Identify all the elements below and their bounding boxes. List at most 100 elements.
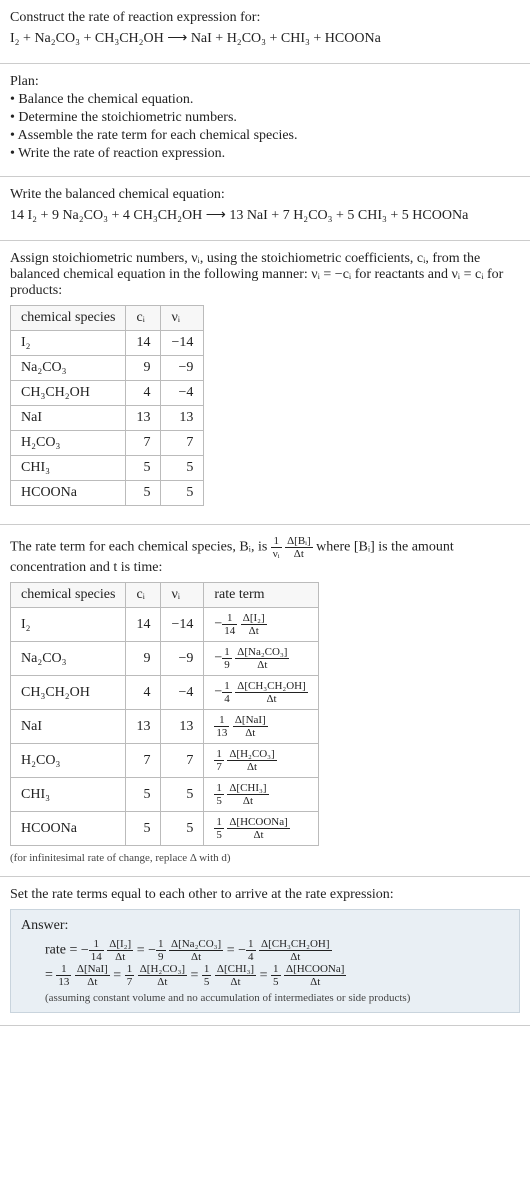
col-species: chemical species [11, 583, 126, 608]
frac-den: Δt [107, 951, 133, 963]
cell-rate: −114 Δ[I₂]Δt [204, 608, 318, 642]
col-v: νᵢ [161, 306, 204, 331]
cell-v: 13 [161, 406, 204, 431]
frac-den: Δt [227, 795, 268, 807]
rateterm-intro: The rate term for each chemical species,… [10, 535, 520, 576]
cell-species: HCOONa [11, 481, 126, 506]
frac-den: 4 [246, 951, 256, 963]
frac-den: 7 [214, 761, 224, 773]
col-v: νᵢ [161, 583, 204, 608]
cell-c: 9 [126, 642, 161, 676]
frac-num: 1 [56, 963, 71, 976]
plan-item: • Balance the chemical equation. [10, 92, 520, 108]
rate-coef-frac: 15 [214, 782, 224, 807]
cell-c: 5 [126, 456, 161, 481]
cell-v: −4 [161, 676, 204, 710]
intro-section: Construct the rate of reaction expressio… [0, 0, 530, 64]
frac-den: Δt [233, 727, 268, 739]
cell-c: 5 [126, 778, 161, 812]
frac-num: Δ[Na₂CO₃] [235, 646, 289, 659]
rate-delta-frac: Δ[CH₃CH₂OH]Δt [235, 680, 308, 705]
frac-num: Δ[CHI₃] [215, 963, 256, 976]
rateterm-table: chemical species cᵢ νᵢ rate term I₂14−14… [10, 582, 319, 846]
frac-den: Δt [169, 951, 223, 963]
rateterm-section: The rate term for each chemical species,… [0, 525, 530, 877]
table-header-row: chemical species cᵢ νᵢ rate term [11, 583, 319, 608]
frac-num: 1 [214, 748, 224, 761]
stoich-intro: Assign stoichiometric numbers, νᵢ, using… [10, 251, 520, 299]
table-row: CH₃CH₂OH4−4−14 Δ[CH₃CH₂OH]Δt [11, 676, 319, 710]
table-row: CHI₃5515 Δ[CHI₃]Δt [11, 778, 319, 812]
rate-coef-frac: 114 [89, 938, 104, 963]
cell-c: 4 [126, 676, 161, 710]
col-c: cᵢ [126, 306, 161, 331]
cell-rate: 17 Δ[H₂CO₃]Δt [204, 744, 318, 778]
rate-coef-frac: 14 [222, 680, 232, 705]
cell-species: H₂CO₃ [11, 431, 126, 456]
frac-num: Δ[Na₂CO₃] [169, 938, 223, 951]
frac-num: 1 [271, 535, 282, 548]
rate-coef-frac: 19 [222, 646, 232, 671]
cell-species: CHI₃ [11, 456, 126, 481]
cell-v: 7 [161, 744, 204, 778]
plan-heading: Plan: [10, 74, 520, 90]
rate-delta-frac: Δ[H₂CO₃]Δt [138, 963, 187, 988]
frac-den: 13 [214, 727, 229, 739]
rate-coef-frac: 113 [56, 963, 71, 988]
rate-sign: − [214, 685, 222, 700]
cell-species: CH₃CH₂OH [11, 676, 126, 710]
frac-num: Δ[I₂] [107, 938, 133, 951]
rate-delta-frac: Δ[H₂CO₃]Δt [227, 748, 276, 773]
cell-rate: 113 Δ[NaI]Δt [204, 710, 318, 744]
final-heading: Set the rate terms equal to each other t… [10, 887, 520, 903]
frac-den: Δt [241, 625, 267, 637]
frac-num: 1 [246, 938, 256, 951]
answer-label: Answer: [21, 918, 509, 934]
rate-coef-frac: 114 [222, 612, 237, 637]
frac-num: 1 [214, 714, 229, 727]
rateterm-frac1: 1 νᵢ [271, 535, 282, 560]
frac-num: Δ[HCOONa] [284, 963, 346, 976]
table-row: I₂14−14 [11, 331, 204, 356]
rate-delta-frac: Δ[CHI₃]Δt [227, 782, 268, 807]
frac-den: Δt [235, 693, 308, 705]
frac-num: 1 [222, 680, 232, 693]
col-rate: rate term [204, 583, 318, 608]
col-species: chemical species [11, 306, 126, 331]
answer-box: Answer: rate = −114 Δ[I₂]Δt = −19 Δ[Na₂C… [10, 909, 520, 1013]
table-row: CH₃CH₂OH4−4 [11, 381, 204, 406]
frac-den: Δt [227, 829, 289, 841]
table-row: H₂CO₃77 [11, 431, 204, 456]
assumption-note: (assuming constant volume and no accumul… [45, 992, 509, 1004]
cell-v: 5 [161, 812, 204, 846]
balanced-heading: Write the balanced chemical equation: [10, 187, 520, 203]
table-header-row: chemical species cᵢ νᵢ [11, 306, 204, 331]
frac-den: 14 [222, 625, 237, 637]
rate-delta-frac: Δ[NaI]Δt [233, 714, 268, 739]
cell-rate: −14 Δ[CH₃CH₂OH]Δt [204, 676, 318, 710]
rate-coef-frac: 15 [214, 816, 224, 841]
table-row: NaI1313113 Δ[NaI]Δt [11, 710, 319, 744]
cell-c: 7 [126, 431, 161, 456]
frac-den: 14 [89, 951, 104, 963]
rate-sign: − [238, 943, 246, 958]
rate-sign: − [214, 617, 222, 632]
frac-num: Δ[H₂CO₃] [227, 748, 276, 761]
frac-num: 1 [156, 938, 166, 951]
cell-v: −4 [161, 381, 204, 406]
rate-label: rate = [45, 943, 81, 958]
rate-expression-line1: rate = −114 Δ[I₂]Δt = −19 Δ[Na₂CO₃]Δt = … [45, 938, 509, 963]
table-row: Na₂CO₃9−9−19 Δ[Na₂CO₃]Δt [11, 642, 319, 676]
frac-num: 1 [214, 816, 224, 829]
frac-den: Δt [259, 951, 332, 963]
frac-den: νᵢ [271, 548, 282, 560]
plan-item: • Write the rate of reaction expression. [10, 146, 520, 162]
rate-coef-frac: 113 [214, 714, 229, 739]
rate-delta-frac: Δ[Na₂CO₃]Δt [235, 646, 289, 671]
plan-section: Plan: • Balance the chemical equation. •… [0, 64, 530, 177]
table-row: H₂CO₃7717 Δ[H₂CO₃]Δt [11, 744, 319, 778]
rate-sign: − [148, 943, 156, 958]
rate-coef-frac: 15 [202, 963, 212, 988]
cell-c: 4 [126, 381, 161, 406]
cell-rate: 15 Δ[CHI₃]Δt [204, 778, 318, 812]
